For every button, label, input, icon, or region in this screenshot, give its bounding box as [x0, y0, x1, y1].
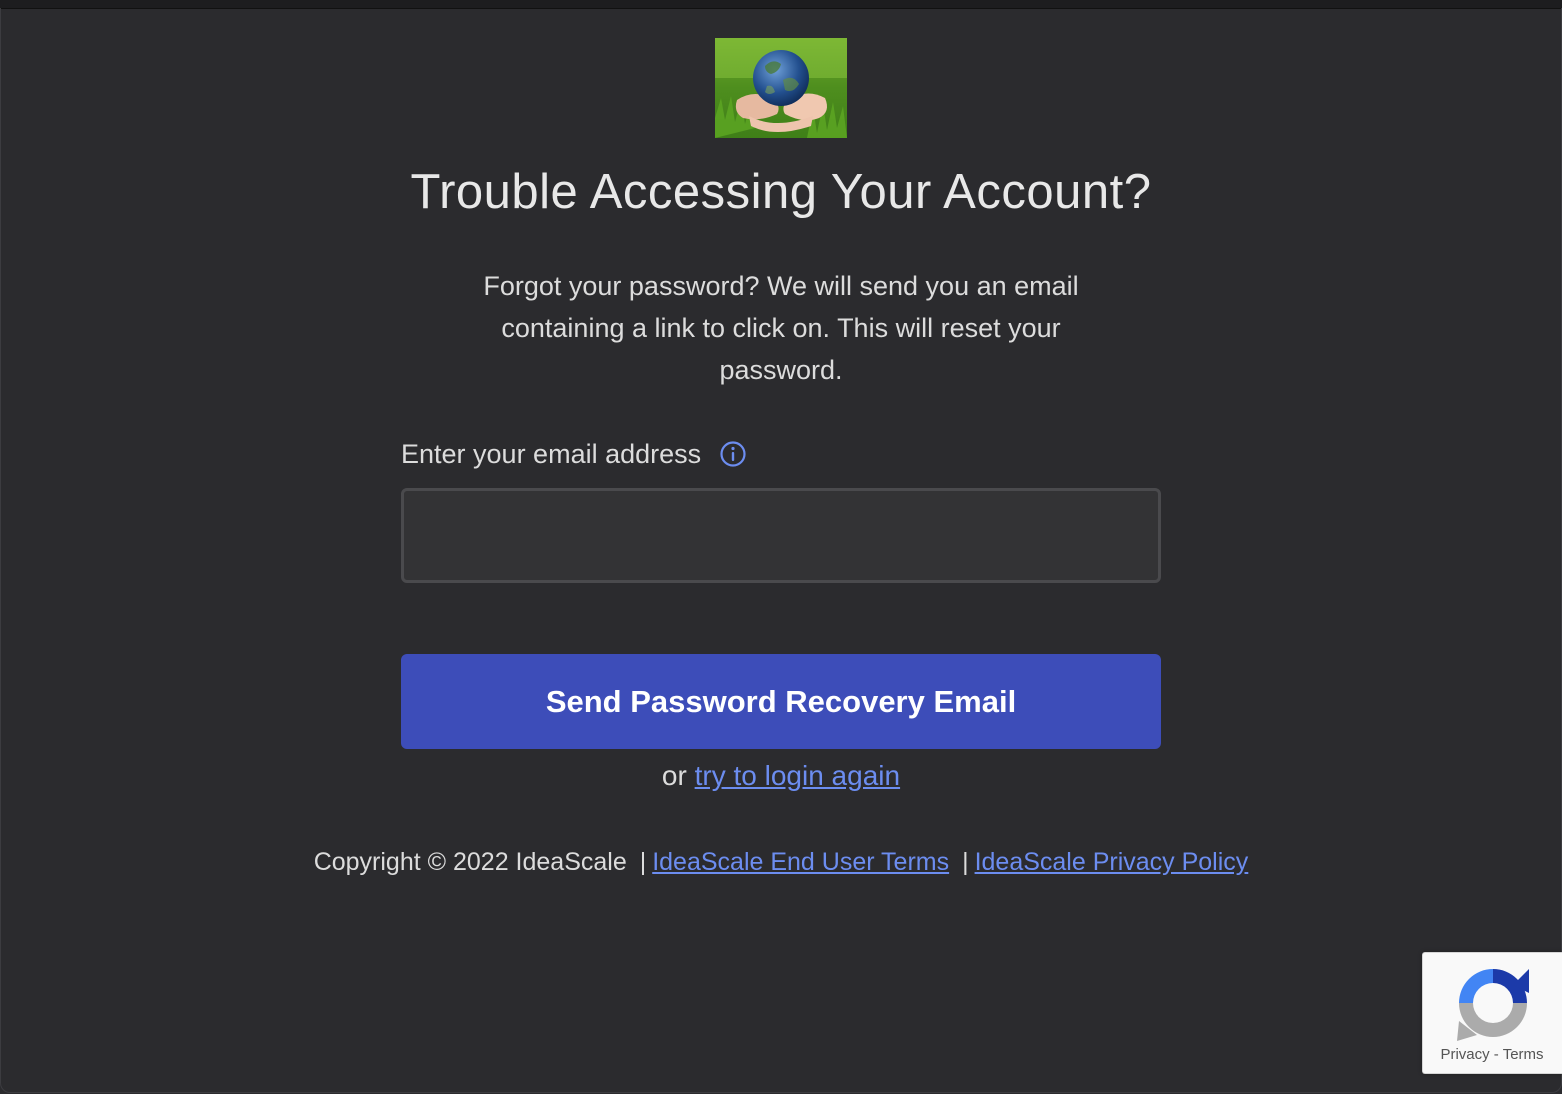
info-icon[interactable] [719, 440, 747, 468]
login-again-row: or try to login again [0, 760, 1562, 792]
login-again-link[interactable]: try to login again [695, 760, 900, 791]
page-description: Forgot your password? We will send you a… [483, 271, 1079, 385]
email-field[interactable] [401, 488, 1161, 583]
recaptcha-privacy-link[interactable]: Privacy [1440, 1046, 1489, 1063]
recaptcha-links: Privacy - Terms [1423, 1046, 1561, 1063]
recaptcha-terms-link[interactable]: Terms [1503, 1046, 1544, 1063]
earth-in-hands-logo [715, 38, 847, 138]
footer-separator: | [639, 848, 647, 876]
privacy-policy-link[interactable]: IdeaScale Privacy Policy [975, 848, 1249, 876]
email-label: Enter your email address [401, 438, 702, 469]
recaptcha-dash: - [1493, 1046, 1499, 1063]
email-label-row: Enter your email address [401, 434, 747, 474]
send-password-recovery-button[interactable]: Send Password Recovery Email [401, 654, 1161, 749]
footer-separator: | [962, 848, 969, 876]
end-user-terms-link[interactable]: IdeaScale End User Terms [652, 848, 949, 876]
or-text: or [661, 760, 687, 791]
recaptcha-badge[interactable]: Privacy - Terms [1422, 952, 1562, 1074]
recaptcha-icon [1457, 969, 1529, 1041]
footer: Copyright © 2022 IdeaScale | IdeaScale En… [0, 848, 1562, 877]
copyright-text: Copyright © 2022 IdeaScale [313, 848, 627, 876]
page-title: Trouble Accessing Your Account? [410, 165, 1152, 219]
